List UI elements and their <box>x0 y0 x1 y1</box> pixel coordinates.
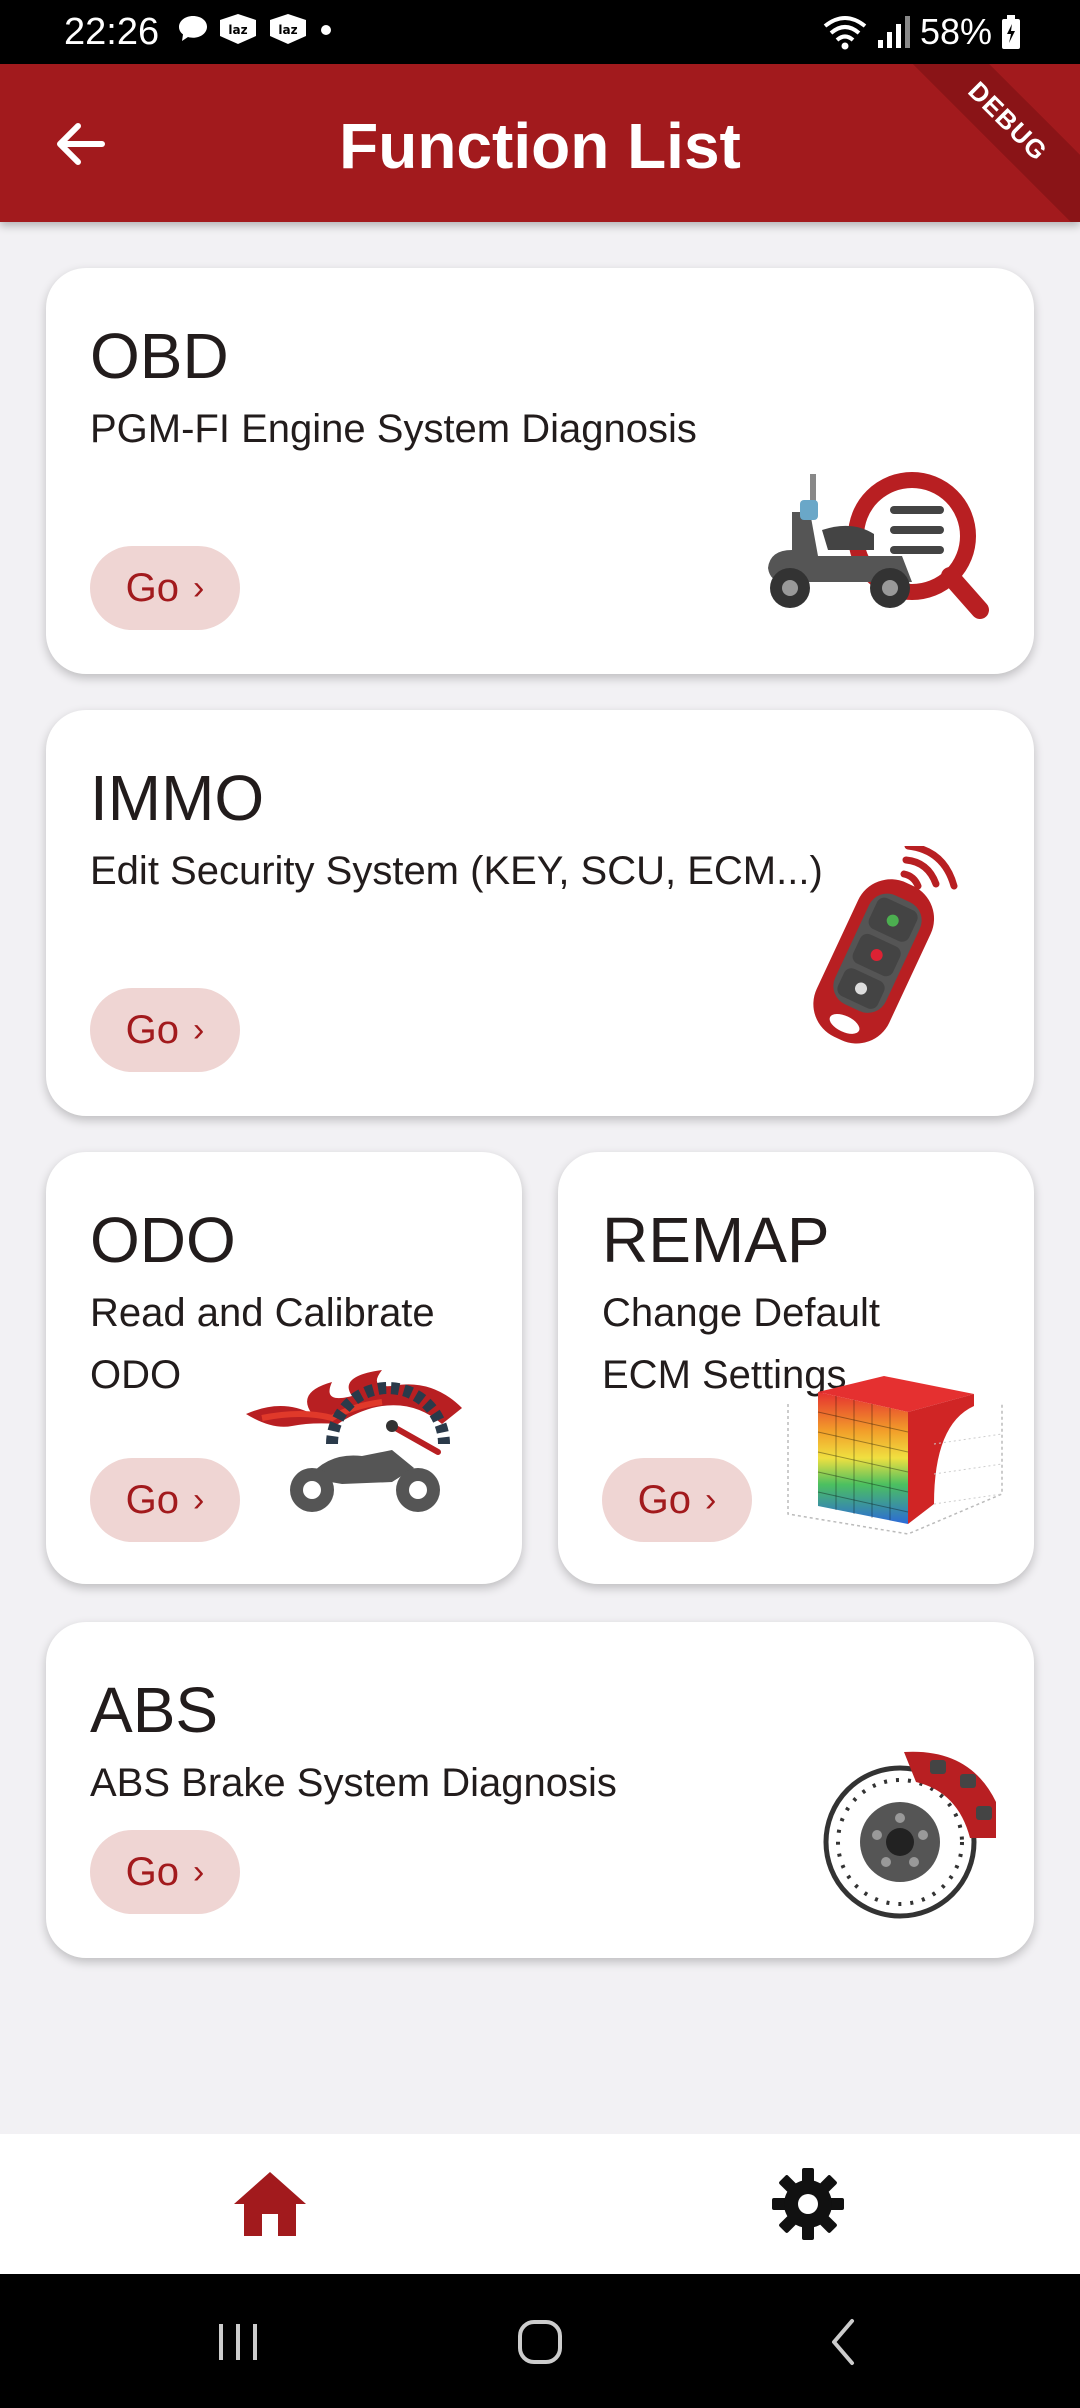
notification-icons: laz laz <box>176 12 336 46</box>
obd-card[interactable]: OBD PGM-FI Engine System Diagnosis Go › <box>46 268 1034 674</box>
chevron-right-icon: › <box>193 569 205 607</box>
laz-icon: laz <box>220 14 256 44</box>
nav-settings[interactable] <box>768 2164 848 2244</box>
card-title: OBD <box>90 320 229 392</box>
go-label: Go <box>125 1007 180 1052</box>
immo-go-button[interactable]: Go › <box>90 988 240 1072</box>
odo-go-button[interactable]: Go › <box>90 1458 240 1542</box>
svg-text:laz: laz <box>228 23 247 37</box>
recent-apps-button[interactable] <box>198 2310 278 2374</box>
chevron-right-icon: › <box>193 1853 205 1891</box>
card-title: IMMO <box>90 762 265 834</box>
go-label: Go <box>637 1477 692 1522</box>
bottom-navigation <box>0 2134 1080 2274</box>
battery-percent: 58% <box>919 11 992 52</box>
app-bar: Function List DEBUG <box>0 64 1080 222</box>
remap-go-button[interactable]: Go › <box>602 1458 752 1542</box>
nav-home[interactable] <box>230 2164 310 2244</box>
system-navigation-bar <box>0 2274 1080 2408</box>
odo-card[interactable]: ODO Read and Calibrate ODO Go › <box>46 1152 522 1584</box>
card-subtitle-line2: ODO <box>90 1353 182 1397</box>
key-fob-icon <box>813 846 958 1044</box>
scooter-search-icon <box>768 472 989 619</box>
card-subtitle: PGM-FI Engine System Diagnosis <box>90 407 697 451</box>
motorbike-speedometer-icon <box>246 1370 462 1512</box>
home-system-button[interactable] <box>500 2310 580 2374</box>
chevron-right-icon: › <box>193 1481 205 1519</box>
chevron-right-icon: › <box>193 1011 205 1049</box>
home-icon <box>234 2172 306 2236</box>
brake-disc-icon <box>823 1751 996 1919</box>
go-label: Go <box>125 1477 180 1522</box>
status-time: 22:26 <box>64 11 160 53</box>
go-label: Go <box>125 1849 180 1894</box>
battery-icon <box>1002 15 1020 49</box>
svg-text:laz: laz <box>278 23 297 37</box>
go-label: Go <box>125 565 180 610</box>
chevron-left-icon <box>832 2319 854 2365</box>
laz-icon: laz <box>270 14 306 44</box>
abs-card[interactable]: ABS ABS Brake System Diagnosis Go › <box>46 1622 1034 1958</box>
back-system-button[interactable] <box>804 2310 884 2374</box>
card-subtitle: ABS Brake System Diagnosis <box>90 1761 617 1805</box>
card-subtitle: Edit Security System (KEY, SCU, ECM...) <box>90 849 823 893</box>
status-right: 58% <box>822 8 1022 56</box>
card-subtitle: Read and Calibrate <box>90 1291 435 1335</box>
abs-go-button[interactable]: Go › <box>90 1830 240 1914</box>
wifi-icon <box>823 16 867 50</box>
card-title: ABS <box>90 1674 219 1746</box>
3d-map-chart-icon <box>787 1376 1003 1535</box>
page-title: Function List <box>339 110 741 182</box>
recent-apps-icon <box>219 2324 257 2360</box>
status-bar: 22:26 laz laz 58% <box>0 0 1080 64</box>
obd-go-button[interactable]: Go › <box>90 546 240 630</box>
card-title: ODO <box>90 1204 236 1276</box>
home-circle-icon <box>518 2320 562 2364</box>
immo-card[interactable]: IMMO Edit Security System (KEY, SCU, ECM… <box>46 710 1034 1116</box>
card-title: REMAP <box>602 1204 830 1276</box>
gear-icon <box>772 2168 844 2240</box>
dot-icon <box>321 25 331 35</box>
chevron-right-icon: › <box>705 1481 717 1519</box>
card-subtitle: Change Default <box>602 1291 880 1335</box>
remap-card[interactable]: REMAP Change Default ECM Settings Go › <box>558 1152 1034 1584</box>
chat-bubble-icon <box>179 16 207 41</box>
signal-icon <box>877 16 910 48</box>
